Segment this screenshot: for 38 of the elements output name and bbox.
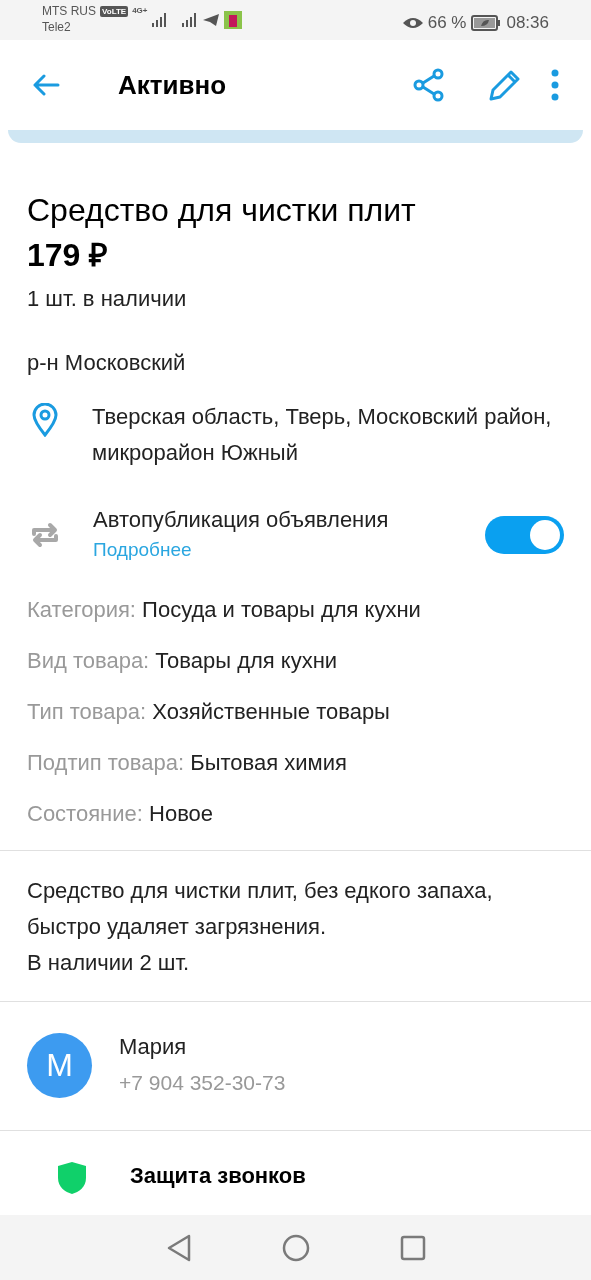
district-text: р-н Московский xyxy=(27,349,187,377)
call-protection-title: Защита звонков xyxy=(130,1162,306,1190)
autopublish-label: Автопубликация объявления xyxy=(93,506,389,534)
send-icon xyxy=(202,14,219,26)
more-info-link[interactable]: Подробнее xyxy=(93,535,389,565)
attribute-text: Вид товара: Товары для кухни xyxy=(27,647,339,675)
seller-avatar: М xyxy=(27,1032,92,1098)
seller-name: Мария xyxy=(119,1033,188,1061)
listing-title: Средство для чистки плит xyxy=(27,191,417,229)
carrier-name: MTS RUS xyxy=(42,3,96,19)
repeat-icon xyxy=(30,521,60,549)
seller-phone: +7 904 352-30-73 xyxy=(119,1070,286,1096)
app-icon xyxy=(223,11,242,29)
attribute-text: Категория: Посуда и товары для кухни xyxy=(27,596,422,624)
shield-icon xyxy=(56,1161,88,1195)
attribute-text: Тип товара: Хозяйственные товары xyxy=(27,698,391,726)
location-pin-icon xyxy=(32,403,58,437)
attribute-text: Состояние: Новое xyxy=(27,800,215,828)
volte-badge: VoLTE xyxy=(100,5,129,17)
back-nav-button[interactable] xyxy=(165,1233,192,1262)
autopublish-toggle[interactable] xyxy=(485,516,564,554)
network-type: 4G+ xyxy=(132,5,148,17)
stock-text: 1 шт. в наличии xyxy=(27,285,188,313)
attribute-text: Подтип товара: Бытовая химия xyxy=(27,749,348,777)
more-button[interactable] xyxy=(549,68,561,102)
carrier-name: Tele2 xyxy=(42,19,72,35)
price: 179 ₽ xyxy=(27,237,110,273)
signal-icon xyxy=(181,13,198,27)
battery-percent: 66 % xyxy=(427,12,467,34)
clock: 08:36 xyxy=(506,12,549,34)
page-title: Активно xyxy=(118,68,227,102)
address-text: Тверская область, Тверь, Московский район, микрорайон Южный xyxy=(92,403,552,467)
home-nav-button[interactable] xyxy=(281,1233,310,1262)
eye-icon xyxy=(402,16,423,29)
description-text: Средство для чистки плит, без едкого запаха, быстро удаляет загрязнения. В наличии 2 шт. xyxy=(27,877,494,977)
battery-icon xyxy=(471,14,502,31)
recents-nav-button[interactable] xyxy=(399,1234,426,1261)
signal-icon xyxy=(151,13,168,27)
